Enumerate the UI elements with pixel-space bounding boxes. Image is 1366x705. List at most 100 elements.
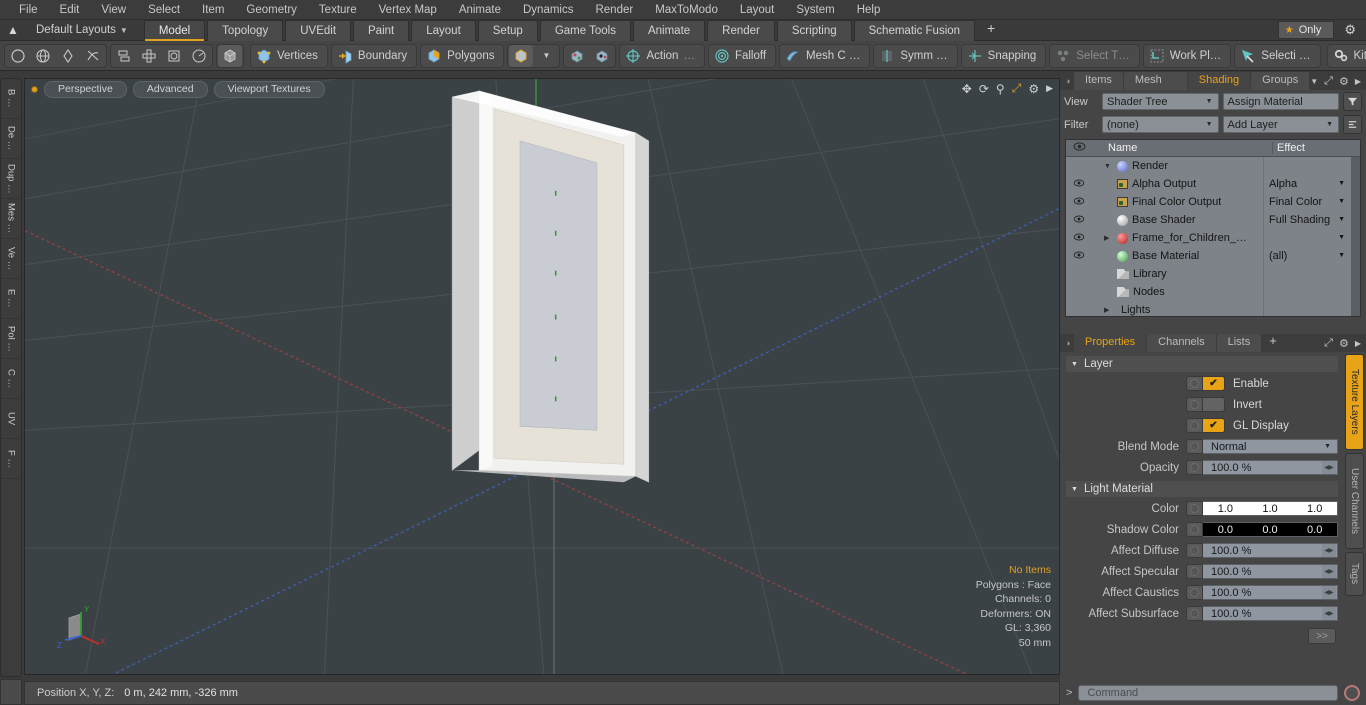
shader-tree-row-effect[interactable]: Alpha ▼ (1263, 175, 1351, 193)
layout-tab-uvedit[interactable]: UVEdit (285, 19, 352, 41)
gear-icon[interactable]: ⚙ (1028, 82, 1039, 96)
filter-dropdown[interactable]: (none) ▼ (1102, 116, 1219, 133)
tab-lists[interactable]: Lists (1216, 334, 1262, 352)
toolbar-button-snapping[interactable]: Snapping (960, 43, 1047, 68)
more-options-button[interactable]: >> (1308, 628, 1336, 644)
shader-tree-row[interactable]: Nodes (1066, 283, 1351, 301)
property-group-header[interactable]: ▼ Light Material (1066, 481, 1338, 497)
globe-icon[interactable] (31, 45, 55, 67)
left-tool-tab-7[interactable]: C … (1, 359, 21, 399)
menu-item-item[interactable]: Item (191, 2, 235, 18)
arrow-right-icon[interactable]: ▶ (1355, 77, 1361, 86)
spinner-arrows-icon[interactable]: ◀▶ (1322, 607, 1336, 620)
viewport-pill-perspective[interactable]: Perspective (44, 80, 127, 98)
toolbar-button-work-plane[interactable]: Work Pl… (1142, 43, 1232, 68)
panel-menu-icon[interactable]: ◗ (1064, 76, 1073, 86)
animation-knob[interactable] (1186, 418, 1203, 433)
property-value-blend-mode[interactable]: Normal ▼ (1203, 439, 1338, 454)
property-group-header[interactable]: ▼ Layer (1066, 356, 1338, 372)
shader-tree-row-effect[interactable]: Final Color ▼ (1263, 193, 1351, 211)
left-tool-tab-8[interactable]: UV (1, 399, 21, 439)
checkbox-gl-display[interactable]: ✔ (1203, 418, 1225, 433)
eye-visible-icon[interactable] (1066, 215, 1092, 226)
toolbar-button-mesh-constraint[interactable]: Mesh C … (779, 43, 871, 68)
shader-tree-row-effect[interactable]: (all) ▼ (1263, 247, 1351, 265)
animation-knob[interactable] (1186, 439, 1203, 454)
tab-properties[interactable]: Properties (1074, 334, 1147, 352)
move-icon[interactable]: ✥ (962, 82, 972, 96)
animation-knob[interactable] (1186, 397, 1203, 412)
menu-item-help[interactable]: Help (846, 2, 892, 18)
toolbar-button-vertices[interactable]: Vertices (250, 43, 328, 68)
menu-item-render[interactable]: Render (584, 2, 644, 18)
menu-item-file[interactable]: File (8, 2, 49, 18)
animation-knob[interactable] (1186, 606, 1203, 621)
toolbar-button-falloff[interactable]: Falloff (707, 43, 777, 68)
menu-item-system[interactable]: System (785, 2, 845, 18)
menu-item-edit[interactable]: Edit (49, 2, 91, 18)
eye-visible-icon[interactable] (1066, 233, 1092, 244)
shader-tree-row[interactable]: Final Color Output Final Color ▼ (1066, 193, 1351, 211)
shader-tree-row-effect[interactable]: ▼ (1263, 229, 1351, 247)
mesh-edit-a-icon[interactable] (565, 45, 589, 67)
layout-tab-model[interactable]: Model (143, 19, 206, 41)
layout-tab-setup[interactable]: Setup (477, 19, 538, 41)
chevron-right-icon[interactable]: ▶ (1104, 306, 1113, 314)
layout-tab-scripting[interactable]: Scripting (776, 19, 852, 41)
assign-material-button[interactable]: Assign Material (1222, 93, 1339, 110)
command-input[interactable]: Command (1078, 685, 1338, 701)
arrow-right-icon[interactable]: ▶ (1046, 83, 1053, 94)
shader-tree-row[interactable]: ▼ Render (1066, 157, 1351, 175)
spinner-arrows-icon[interactable]: ◀▶ (1322, 461, 1336, 474)
property-value-affect-subsurface[interactable]: 100.0 % ◀▶ (1203, 606, 1338, 621)
expand-icon[interactable]: ⤢ (1324, 337, 1333, 350)
toolbar-button-kits[interactable]: Kits (1326, 43, 1366, 68)
property-value-affect-specular[interactable]: 100.0 % ◀▶ (1203, 564, 1338, 579)
spinner-arrows-icon[interactable]: ◀▶ (1322, 565, 1336, 578)
gear-icon[interactable]: ⚙ (1339, 337, 1349, 350)
bounds-icon[interactable] (162, 45, 186, 67)
layout-tab-topology[interactable]: Topology (207, 19, 284, 41)
toolbar-button-boundary[interactable]: Boundary (330, 43, 418, 68)
zoom-icon[interactable]: ⚲ (996, 82, 1005, 96)
eye-visible-icon[interactable] (1066, 179, 1092, 190)
layout-tab-game-tools[interactable]: Game Tools (539, 19, 631, 41)
animation-knob[interactable] (1186, 522, 1203, 537)
home-up-icon[interactable]: ▲ (0, 23, 26, 37)
animation-knob[interactable] (1186, 585, 1203, 600)
mesh-edit-b-icon[interactable] (590, 45, 614, 67)
menu-item-maxtomodo[interactable]: MaxToModo (644, 2, 729, 18)
cube-icon[interactable] (218, 44, 242, 67)
menu-item-geometry[interactable]: Geometry (235, 2, 308, 18)
cube-mode-icon[interactable] (509, 44, 534, 67)
left-tool-tab-6[interactable]: Pol … (1, 319, 21, 359)
viewport-pill-advanced[interactable]: Advanced (132, 80, 208, 98)
side-tab-tags[interactable]: Tags (1345, 552, 1364, 596)
expand-icon[interactable]: ⤢ (1324, 75, 1333, 88)
shader-tree-row[interactable]: Base Shader Full Shading ▼ (1066, 211, 1351, 229)
layout-tab-layout[interactable]: Layout (411, 19, 476, 41)
rotate-icon[interactable]: ⟳ (979, 82, 989, 96)
only-button[interactable]: ★ Only (1277, 21, 1335, 39)
gear-icon[interactable]: ⚙ (1339, 75, 1349, 88)
center-icon[interactable] (137, 45, 161, 67)
checkbox-enable[interactable]: ✔ (1203, 376, 1225, 391)
property-value-color[interactable]: 1.0 1.0 1.0 (1203, 501, 1338, 516)
property-value-affect-diffuse[interactable]: 100.0 % ◀▶ (1203, 543, 1338, 558)
left-tool-tab-2[interactable]: Dup … (1, 159, 21, 199)
shader-tree-row[interactable]: Alpha Output Alpha ▼ (1066, 175, 1351, 193)
fit-icon[interactable]: ⤢ (1012, 81, 1022, 96)
left-tool-tab-3[interactable]: Mes … (1, 199, 21, 239)
shader-tree-row[interactable]: ▶ Frame_for_Children_… ▼ (1066, 229, 1351, 247)
layout-selector[interactable]: Default Layouts ▼ (26, 24, 138, 36)
property-value-affect-caustics[interactable]: 100.0 % ◀▶ (1203, 585, 1338, 600)
toolbar-button-selection[interactable]: Selecti … (1234, 43, 1321, 68)
tab-groups[interactable]: Groups (1251, 72, 1310, 90)
filter-funnel-icon[interactable] (1343, 92, 1362, 111)
layout-tab-schematic-fusion[interactable]: Schematic Fusion (853, 19, 976, 41)
toolbar-button-action[interactable]: Action … (619, 43, 705, 68)
shader-tree-row[interactable]: Library (1066, 265, 1351, 283)
side-tab-texture-layers[interactable]: Texture Layers (1345, 354, 1364, 450)
animation-knob[interactable] (1186, 501, 1203, 516)
chevron-down-icon[interactable]: ▼ (1310, 77, 1318, 86)
